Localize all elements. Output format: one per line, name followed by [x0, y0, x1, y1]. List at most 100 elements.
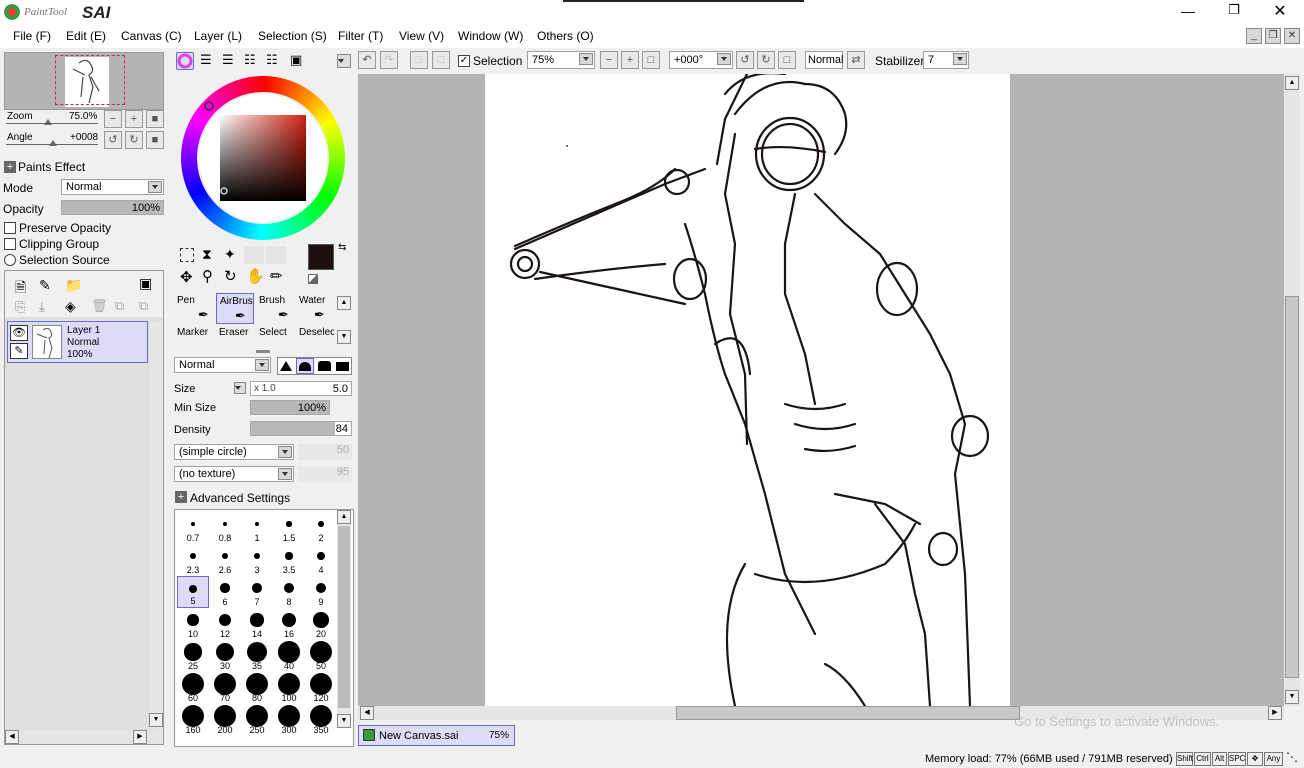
undo-button[interactable]: ↶: [358, 51, 376, 69]
tool-marker[interactable]: Marker: [174, 325, 212, 343]
brush-size-preset[interactable]: 14: [241, 608, 273, 640]
merge-down-icon[interactable]: ⧉: [115, 298, 124, 314]
resize-grip-icon[interactable]: ⋱: [1286, 750, 1298, 764]
drawing-canvas[interactable]: [485, 72, 1010, 708]
brush-edge-selector[interactable]: [277, 357, 352, 375]
toolbar-zoom-reset-button[interactable]: □: [642, 51, 660, 69]
swap-colors-icon[interactable]: ⇆: [338, 242, 346, 253]
edge-flat-icon[interactable]: [336, 362, 349, 371]
menu-others[interactable]: Others (O): [537, 29, 594, 43]
menu-file[interactable]: File (F): [13, 29, 51, 43]
delete-layer-icon[interactable]: 🗑: [91, 298, 108, 314]
brush-size-preset[interactable]: 250: [241, 704, 273, 736]
brush-size-preset[interactable]: 0.8: [209, 512, 241, 544]
zoom-out-button[interactable]: −: [104, 110, 122, 128]
zoom-reset-button[interactable]: ■: [146, 110, 164, 128]
brush-size-preset[interactable]: 0.7: [177, 512, 209, 544]
edge-soft-icon[interactable]: [318, 361, 331, 371]
clipping-group-checkbox[interactable]: [4, 238, 16, 250]
rotate-left-button[interactable]: ↺: [104, 131, 122, 149]
selection-checkbox[interactable]: ✓: [458, 55, 470, 67]
paints-effect-expand-icon[interactable]: +: [4, 161, 16, 173]
brush-scroll-up-icon[interactable]: ▲: [337, 510, 351, 524]
redo-button[interactable]: ↷: [380, 51, 398, 69]
rotate-right-button[interactable]: ↻: [125, 131, 143, 149]
size-multiplier-button[interactable]: [234, 382, 246, 394]
toolbar-rotate-reset-button[interactable]: □: [778, 51, 796, 69]
layer-mask-icon[interactable]: ▣: [139, 275, 152, 292]
tool-deselect[interactable]: Deselect: [296, 325, 334, 343]
advanced-settings-expand-icon[interactable]: +: [175, 491, 187, 503]
new-linework-layer-icon[interactable]: ✎: [39, 277, 51, 294]
canvas-scroll-right-icon[interactable]: ▶: [1268, 706, 1282, 720]
canvas-minimize-button[interactable]: _: [1246, 28, 1262, 44]
eye-icon[interactable]: 👁: [10, 325, 28, 341]
brush-size-preset[interactable]: 70: [209, 672, 241, 704]
angle-select[interactable]: +000°: [669, 51, 733, 69]
layer-item[interactable]: 👁 ✎ Layer 1 Normal 100%: [7, 321, 148, 363]
brush-size-preset[interactable]: 40: [273, 640, 305, 672]
brush-size-preset[interactable]: 3.5: [273, 544, 305, 576]
edge-selected-icon[interactable]: [296, 358, 314, 374]
brush-size-preset[interactable]: 350: [305, 704, 337, 736]
scratchpad-tab-icon[interactable]: ☷: [266, 52, 278, 68]
new-folder-icon[interactable]: 📁: [65, 277, 82, 294]
scroll-down-icon[interactable]: ▼: [149, 713, 163, 727]
close-button[interactable]: ✕: [1268, 1, 1292, 20]
brush-size-preset[interactable]: 10: [177, 608, 209, 640]
angle-slider-handle[interactable]: [49, 140, 57, 146]
brush-size-preset[interactable]: 2: [305, 512, 337, 544]
brush-size-preset[interactable]: 2.6: [209, 544, 241, 576]
blend-mode-select[interactable]: Normal: [174, 357, 271, 373]
opacity-slider[interactable]: 100%: [61, 200, 164, 215]
tool-brush[interactable]: Brush ✒: [256, 293, 294, 324]
brush-size-preset[interactable]: 300: [273, 704, 305, 736]
toolbar-rotate-left-button[interactable]: ↺: [736, 51, 754, 69]
scroll-left-icon[interactable]: ◀: [5, 730, 19, 744]
preserve-opacity-checkbox[interactable]: [4, 222, 16, 234]
menu-filter[interactable]: Filter (T): [338, 29, 383, 43]
eyedropper-icon[interactable]: ✏: [270, 267, 283, 285]
merge-all-icon[interactable]: ⧉: [139, 298, 148, 314]
canvas-tab[interactable]: New Canvas.sai 75%: [358, 725, 515, 746]
tool-panel-menu-button[interactable]: [337, 54, 351, 68]
brush-shape-strength[interactable]: 50: [298, 444, 352, 460]
tool-airbrush[interactable]: AirBrush✒: [216, 293, 254, 324]
brush-lock-icon[interactable]: ✎: [10, 343, 28, 359]
canvas-scroll-left-icon[interactable]: ◀: [360, 706, 374, 720]
copy-layer-icon[interactable]: ⎘: [15, 299, 25, 315]
palette-tab-icon[interactable]: ▣: [290, 52, 302, 68]
panel-splitter[interactable]: [256, 350, 270, 353]
toolbar-rotate-right-button[interactable]: ↻: [757, 51, 775, 69]
minimize-button[interactable]: —: [1176, 3, 1200, 21]
clear-layer-icon[interactable]: ◈: [65, 298, 76, 315]
brush-size-preset[interactable]: 2.3: [177, 544, 209, 576]
brush-size-preset[interactable]: 6: [209, 576, 241, 608]
color-wheel-tab-icon[interactable]: [176, 52, 194, 70]
menu-canvas[interactable]: Canvas (C): [121, 29, 182, 43]
brush-size-preset[interactable]: 100: [273, 672, 305, 704]
brush-scroll-down-icon[interactable]: ▼: [337, 714, 351, 728]
tool-select[interactable]: Select: [256, 325, 294, 343]
zoom-select[interactable]: 75%: [527, 51, 595, 69]
menu-edit[interactable]: Edit (E): [66, 29, 106, 43]
canvas-scroll-down-icon[interactable]: ▼: [1285, 690, 1299, 704]
brush-shape-select[interactable]: (simple circle): [174, 444, 294, 460]
toolbar-zoom-in-button[interactable]: +: [621, 51, 639, 69]
canvas-restore-button[interactable]: ❐: [1265, 28, 1281, 44]
rect-select-icon[interactable]: [180, 248, 194, 262]
tool-water[interactable]: Water ✒: [296, 293, 334, 324]
zoom-in-button[interactable]: +: [125, 110, 143, 128]
brush-size-preset[interactable]: 120: [305, 672, 337, 704]
reset-colors-icon[interactable]: [308, 274, 318, 284]
brush-size-preset[interactable]: 1.5: [273, 512, 305, 544]
magic-wand-icon[interactable]: ✦: [224, 246, 236, 263]
canvas-horizontal-thumb[interactable]: [676, 706, 1020, 720]
zoom-slider-handle[interactable]: [44, 119, 52, 125]
brush-texture-select[interactable]: (no texture): [174, 466, 294, 482]
rotate-reset-button[interactable]: ■: [146, 131, 164, 149]
tool-eraser[interactable]: Eraser: [216, 325, 254, 343]
navigator-preview[interactable]: [4, 52, 164, 110]
transfer-down-icon[interactable]: ⤓: [39, 299, 45, 315]
brush-size-preset[interactable]: 60: [177, 672, 209, 704]
